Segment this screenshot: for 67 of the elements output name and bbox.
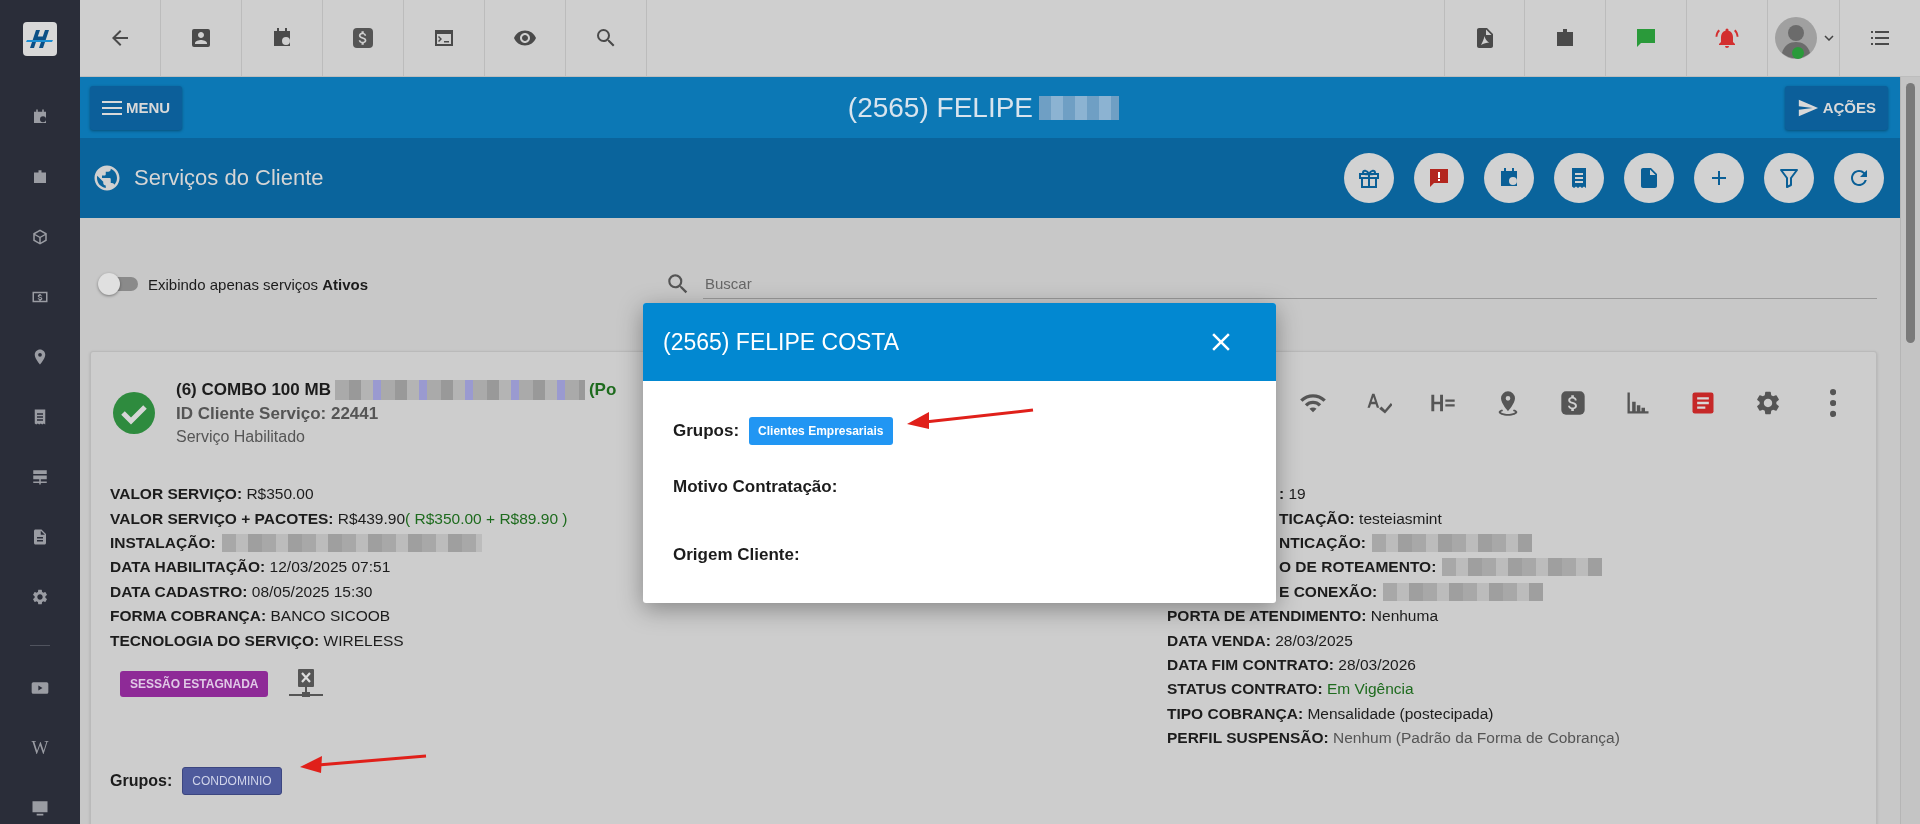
cube-icon — [31, 228, 49, 246]
field-text: STATUS CONTRATO: Em Vigência — [1167, 680, 1414, 699]
field-text: PORTA DE ATENDIMENTO: Nenhuma — [1167, 607, 1439, 626]
sidebar-item[interactable]: W — [20, 718, 60, 778]
menu-button[interactable]: MENU — [90, 85, 183, 130]
dollar-icon — [1559, 389, 1587, 417]
settings-icon — [31, 588, 49, 606]
server-icon — [31, 468, 49, 486]
round-action-button[interactable] — [1764, 153, 1814, 203]
status-badge: SESSÃO ESTAGNADA — [120, 670, 269, 697]
caret-icon — [1823, 35, 1834, 41]
more-icon — [1829, 389, 1837, 417]
filter-icon — [1777, 166, 1801, 190]
field-text: VALOR SERVIÇO + PACOTES: R$439.90( R$350.00 + R$89.90 ) — [110, 509, 568, 528]
group-tag: Clientes Empresariais — [749, 417, 893, 445]
round-action-button[interactable] — [1694, 153, 1744, 203]
field-text: DATA VENDA: 28/03/2025 — [1167, 631, 1353, 650]
dialog-title: (2565) FELIPE COSTA — [663, 328, 900, 356]
field-text: : 19 — [1279, 485, 1306, 504]
globe-icon — [92, 163, 122, 193]
field-text: TECNOLOGIA DO SERVIÇO: WIRELESS — [110, 631, 404, 650]
round-action-button[interactable] — [1414, 153, 1464, 203]
contact-card-icon — [189, 26, 213, 50]
group-tag: CONDOMINIO — [182, 766, 282, 795]
document-icon — [31, 528, 49, 546]
actions-button[interactable]: AÇÕES — [1784, 85, 1888, 130]
field-text: TIPO COBRANÇA: Mensalidade (postecipada) — [1167, 704, 1494, 723]
filter-label: Exibindo apenas serviços Ativos — [148, 275, 369, 293]
alarm-bell-icon — [1715, 26, 1739, 50]
dialog-field-label: Origem Cliente: — [673, 545, 800, 565]
field-text: DATA CADASTRO: 08/05/2025 15:30 — [110, 582, 373, 601]
dollar-icon — [351, 26, 375, 50]
scrollbar[interactable] — [1900, 77, 1920, 824]
field-text: O DE ROTEAMENTO: — [1279, 558, 1437, 577]
client-service-id: ID Cliente Serviço: 22441 — [176, 404, 380, 424]
round-action-button[interactable] — [1624, 153, 1674, 203]
section-title: Serviços do Cliente — [134, 165, 324, 191]
round-action-button[interactable] — [1834, 153, 1884, 203]
service-title-suffix: (Po — [588, 380, 617, 400]
scrollbar-thumb[interactable] — [1906, 83, 1915, 343]
round-action-button[interactable] — [1484, 153, 1534, 203]
field-text: TICAÇÃO: testeiasmint — [1279, 509, 1442, 528]
dialog-field-label: Motivo Contratação: — [673, 477, 838, 497]
alert-message-icon — [1427, 166, 1451, 190]
search-field[interactable]: Buscar — [703, 269, 1877, 299]
monitor-icon — [30, 798, 50, 818]
field-text: E CONEXÃO: — [1279, 582, 1378, 601]
field-text: VALOR SERVIÇO: R$350.00 — [110, 485, 314, 504]
field-text: INSTALAÇÃO: — [110, 533, 216, 552]
field-text: PERFIL SUSPENSÃO: Nenhum (Padrão da Forma de Cobrança) — [1167, 729, 1620, 748]
field-text: DATA FIM CONTRATO: 28/03/2026 — [1167, 655, 1416, 674]
groups-label: Grupos: — [110, 771, 173, 790]
service-status: Serviço Habilitado — [176, 428, 306, 446]
field-text: NTICAÇÃO: — [1279, 533, 1366, 552]
dialog-field-label: Grupos: — [673, 421, 740, 441]
field-text: DATA HABILITAÇÃO: 12/03/2025 07:51 — [110, 558, 391, 577]
check-circle-icon — [112, 391, 156, 435]
toolbar-button[interactable] — [1444, 0, 1525, 76]
round-action-button[interactable] — [1554, 153, 1604, 203]
settings-icon — [1754, 389, 1782, 417]
menu-icon — [102, 99, 122, 116]
service-title: (6) COMBO 100 MB — [176, 380, 331, 400]
calendar-clock-icon — [31, 108, 49, 126]
check-message-icon — [1634, 26, 1658, 50]
field-text: FORMA COBRANÇA: BANCO SICOOB — [110, 607, 391, 626]
client-title: (2565) FELIPE — [847, 91, 1033, 124]
round-action-button[interactable] — [1344, 153, 1394, 203]
